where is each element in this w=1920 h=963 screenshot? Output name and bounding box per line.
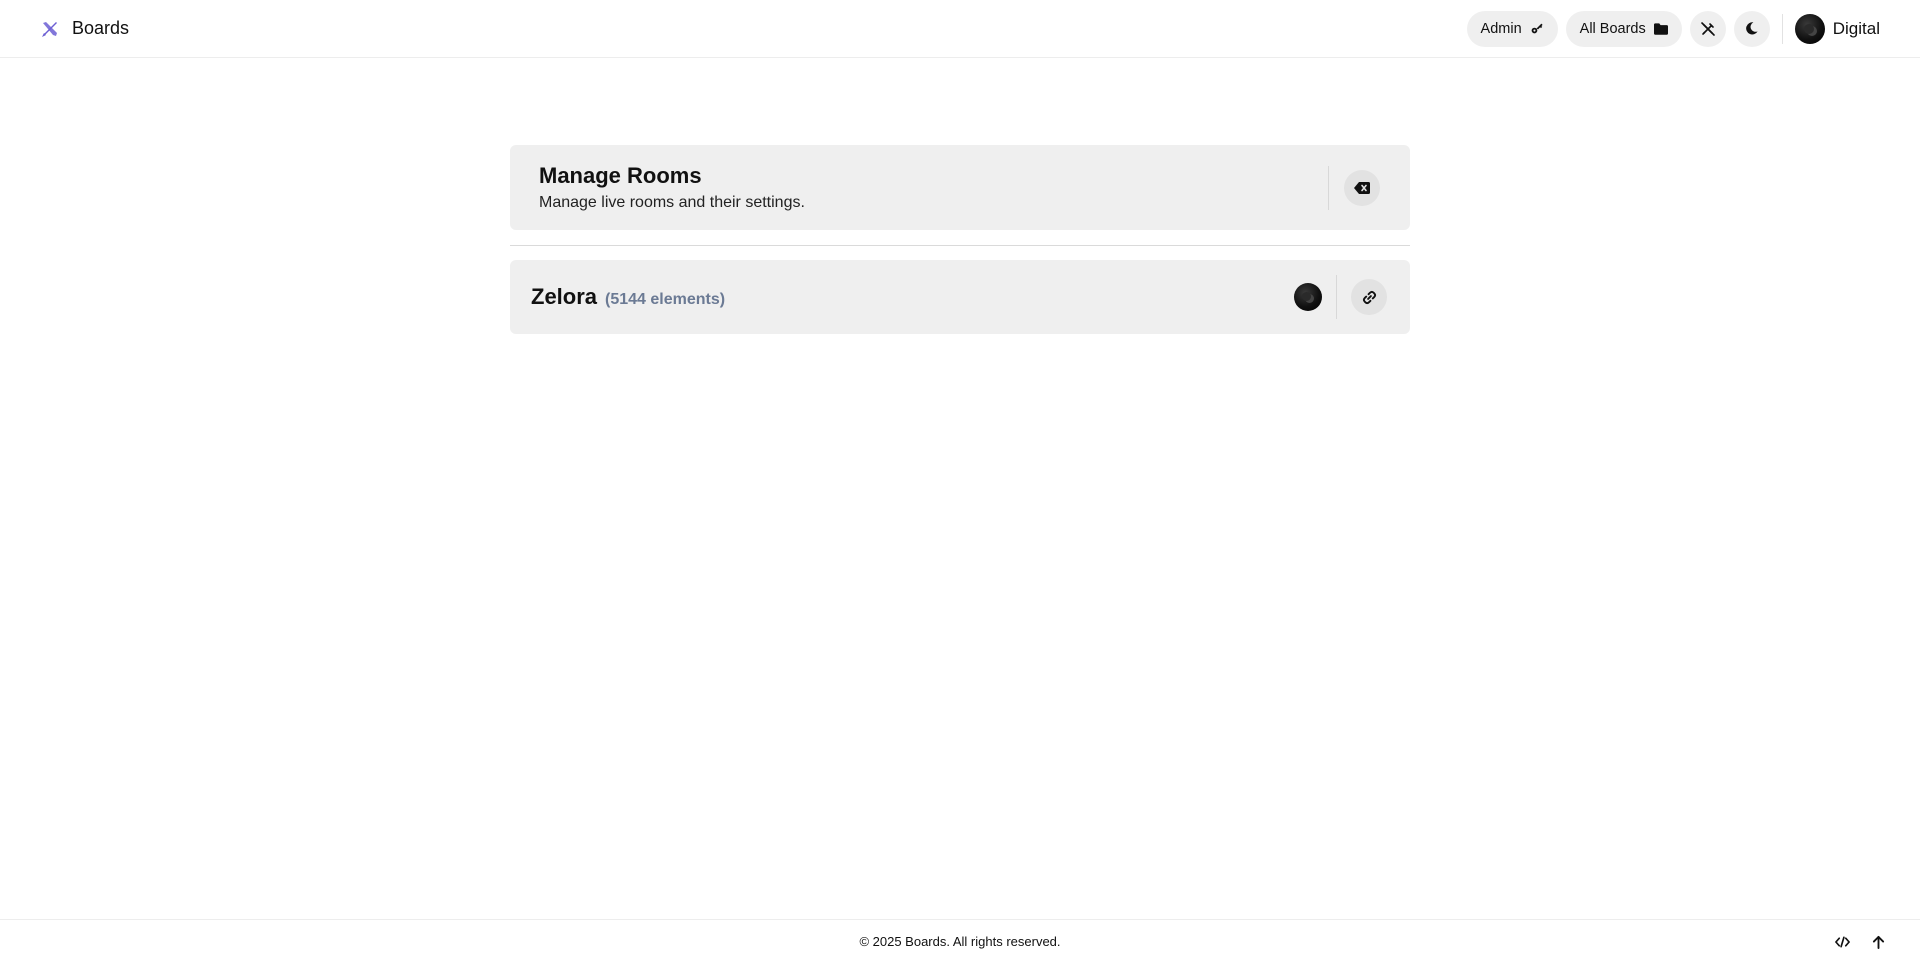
admin-button[interactable]: Admin xyxy=(1466,10,1558,47)
room-info: Zelora (5144 elements) xyxy=(531,284,725,310)
top-navbar: Boards Admin All Boards Digital xyxy=(0,0,1920,58)
room-name: Zelora xyxy=(531,284,598,309)
moon-icon xyxy=(1744,21,1759,36)
footer-actions xyxy=(1834,920,1886,963)
list-item[interactable]: Zelora (5144 elements) xyxy=(510,260,1410,334)
user-menu[interactable]: Digital xyxy=(1794,13,1880,44)
brand-name: Boards xyxy=(72,18,130,38)
all-boards-label: All Boards xyxy=(1579,20,1646,37)
all-boards-button[interactable]: All Boards xyxy=(1565,10,1682,47)
key-icon xyxy=(1530,22,1544,36)
avatar xyxy=(1294,283,1322,311)
theme-toggle-button[interactable] xyxy=(1733,10,1770,47)
avatar xyxy=(1794,13,1825,44)
clear-rooms-button[interactable] xyxy=(1344,169,1380,206)
brand-home-link[interactable]: Boards xyxy=(40,18,129,39)
arrow-up-icon[interactable] xyxy=(1870,934,1886,950)
code-icon[interactable] xyxy=(1834,934,1850,950)
folder-icon xyxy=(1653,22,1668,36)
admin-label: Admin xyxy=(1480,20,1522,37)
page-subtitle: Manage live rooms and their settings. xyxy=(539,193,805,211)
pencil-off-icon xyxy=(1700,21,1716,37)
manage-rooms-card: Manage Rooms Manage live rooms and their… xyxy=(510,145,1410,230)
pencil-ruler-icon xyxy=(40,19,60,39)
manage-rooms-text: Manage Rooms Manage live rooms and their… xyxy=(539,163,805,211)
room-actions xyxy=(1294,260,1387,334)
vertical-divider xyxy=(1328,165,1329,210)
main-content: Manage Rooms Manage live rooms and their… xyxy=(510,145,1410,334)
copyright-text: © 2025 Boards. All rights reserved. xyxy=(859,934,1061,949)
page-title: Manage Rooms xyxy=(539,163,702,189)
header-divider xyxy=(1781,13,1783,44)
copy-link-button[interactable] xyxy=(1351,279,1387,315)
room-element-count: (5144 elements) xyxy=(605,291,726,308)
footer: © 2025 Boards. All rights reserved. xyxy=(0,919,1920,963)
header-actions: Admin All Boards Digital xyxy=(1466,10,1880,47)
link-icon xyxy=(1362,290,1377,305)
backspace-icon xyxy=(1354,181,1370,194)
section-divider xyxy=(510,245,1410,246)
vertical-divider xyxy=(1336,275,1337,319)
toggle-tools-button[interactable] xyxy=(1689,10,1726,47)
manage-actions xyxy=(1328,145,1380,230)
user-name: Digital xyxy=(1832,18,1880,38)
